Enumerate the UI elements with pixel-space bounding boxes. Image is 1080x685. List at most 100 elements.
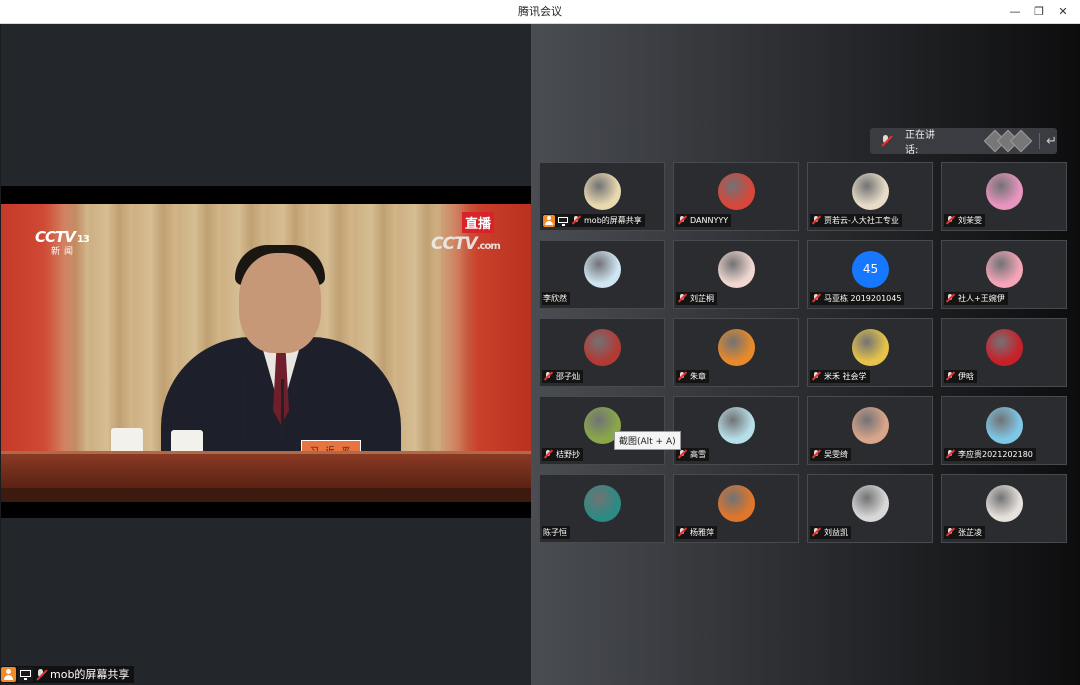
participant-name-tag: 贾若云-人大社工专业 xyxy=(810,214,902,227)
close-icon[interactable]: ✕ xyxy=(1050,0,1076,24)
participant-name: 李应贵2021202180 xyxy=(958,450,1033,459)
avatar xyxy=(584,329,621,366)
avatar xyxy=(718,407,755,444)
participant-name-tag: 吴雯绮 xyxy=(810,448,851,461)
back-icon[interactable]: ↵ xyxy=(1046,134,1057,149)
participant-name-tag: 马亚栋 2019201045 xyxy=(810,292,905,305)
participant-name-tag: 杨雅萍 xyxy=(676,526,717,539)
host-icon xyxy=(543,214,555,227)
share-label: mob的屏幕共享 xyxy=(1,666,135,683)
participant-tile[interactable]: 吴雯绮 xyxy=(807,396,933,465)
desk xyxy=(1,451,531,488)
participant-tile[interactable]: 刘芷桐 xyxy=(673,240,799,309)
participant-name-tag: mob的屏幕共享 xyxy=(542,214,645,227)
restore-icon[interactable]: ❐ xyxy=(1026,0,1052,24)
participant-name: 刘益凯 xyxy=(824,528,848,537)
mic-icon xyxy=(880,134,892,148)
participant-tile[interactable]: 高雪 xyxy=(673,396,799,465)
avatar xyxy=(584,173,621,210)
participant-tile[interactable]: 社人+王婉伊 xyxy=(941,240,1067,309)
participant-name-tag: 桔野抄 xyxy=(542,448,583,461)
speaking-indicator: 正在讲话: ↵ xyxy=(870,128,1057,156)
host-icon xyxy=(1,667,16,682)
avatar xyxy=(986,485,1023,522)
participant-name-tag: 刘茉雯 xyxy=(944,214,985,227)
participant-name: 杨雅萍 xyxy=(690,528,714,537)
mic-muted-icon xyxy=(677,449,687,460)
mic-muted-icon xyxy=(811,293,821,304)
participant-name: 桔野抄 xyxy=(556,450,580,459)
participant-tile[interactable]: 邵子灿 xyxy=(539,318,665,387)
avatar xyxy=(584,485,621,522)
mic-muted-icon xyxy=(811,215,821,226)
mic-muted-icon xyxy=(35,668,47,682)
participant-name-tag: 李欣然 xyxy=(542,292,570,305)
avatar xyxy=(986,251,1023,288)
participant-name: mob的屏幕共享 xyxy=(584,216,642,225)
participant-name: 马亚栋 2019201045 xyxy=(824,294,902,303)
avatar xyxy=(584,251,621,288)
mic-muted-icon xyxy=(543,449,553,460)
microphone xyxy=(243,379,246,439)
mic-muted-icon xyxy=(945,371,955,382)
participant-name: 朱章 xyxy=(690,372,706,381)
participant-tile[interactable]: 杨雅萍 xyxy=(673,474,799,543)
participant-name: 李欣然 xyxy=(543,294,567,303)
participant-name-tag: 米禾 社会学 xyxy=(810,370,870,383)
speaking-label: 正在讲话: xyxy=(905,130,935,156)
participant-name: 贾若云-人大社工专业 xyxy=(824,216,899,225)
participant-tile[interactable]: mob的屏幕共享 xyxy=(539,162,665,231)
mic-muted-icon xyxy=(543,371,553,382)
participant-name: 刘茉雯 xyxy=(958,216,982,225)
participant-tile[interactable]: 45 马亚栋 2019201045 xyxy=(807,240,933,309)
watermark-logo: CCTV.com xyxy=(431,234,501,254)
mic-muted-icon xyxy=(677,527,687,538)
participant-tile[interactable]: 刘茉雯 xyxy=(941,162,1067,231)
avatar xyxy=(852,407,889,444)
participant-name: 高雪 xyxy=(690,450,706,459)
participant-tile[interactable]: 米禾 社会学 xyxy=(807,318,933,387)
mic-muted-icon xyxy=(811,449,821,460)
avatar xyxy=(852,173,889,210)
participant-name: 米禾 社会学 xyxy=(824,372,867,381)
participant-tile[interactable]: 伊晗 xyxy=(941,318,1067,387)
avatar xyxy=(852,485,889,522)
mic-muted-icon xyxy=(571,215,581,226)
mic-muted-icon xyxy=(945,293,955,304)
avatar xyxy=(718,485,755,522)
shared-screen-panel: 习 近 平 CCTV13 新闻 直播 CCTV.com mob的屏幕共享 xyxy=(1,24,531,685)
participant-name-tag: 社人+王婉伊 xyxy=(944,292,1008,305)
live-badge: 直播 xyxy=(462,212,495,233)
participant-tile[interactable]: 陈子恒 xyxy=(539,474,665,543)
participant-tile[interactable]: 李欣然 xyxy=(539,240,665,309)
avatar xyxy=(718,329,755,366)
participant-tile[interactable]: 朱章 xyxy=(673,318,799,387)
participant-name: 吴雯绮 xyxy=(824,450,848,459)
video-frame: 习 近 平 CCTV13 新闻 直播 CCTV.com xyxy=(1,204,531,502)
mic-muted-icon xyxy=(945,215,955,226)
participant-name-tag: 邵子灿 xyxy=(542,370,583,383)
channel-sub: 新闻 xyxy=(51,247,78,257)
participant-panel: 正在讲话: ↵ mob的屏幕共享 DANNYYY 贾若云-人大社工专业 刘茉雯 李欣然刘… xyxy=(531,24,1080,685)
mic-muted-icon xyxy=(677,371,687,382)
participant-tile[interactable]: 刘益凯 xyxy=(807,474,933,543)
participant-name-tag: 朱章 xyxy=(676,370,709,383)
participant-name-tag: 刘芷桐 xyxy=(676,292,717,305)
participant-name-tag: 高雪 xyxy=(676,448,709,461)
title-bar: 腾讯会议 — ❐ ✕ xyxy=(0,0,1080,24)
minimize-icon[interactable]: — xyxy=(1002,0,1028,24)
participant-tile[interactable]: 李应贵2021202180 xyxy=(941,396,1067,465)
participant-tile[interactable]: 张芷凌 xyxy=(941,474,1067,543)
participant-name: DANNYYY xyxy=(690,216,729,225)
avatar xyxy=(852,329,889,366)
mic-muted-icon xyxy=(811,371,821,382)
participant-name: 张芷凌 xyxy=(958,528,982,537)
mic-muted-icon xyxy=(811,527,821,538)
participant-name: 陈子恒 xyxy=(543,528,567,537)
avatar: 45 xyxy=(852,251,889,288)
screenshot-tooltip: 截图(Alt + A) xyxy=(614,431,681,450)
speaker-avatars xyxy=(983,129,1033,153)
participant-tile[interactable]: DANNYYY xyxy=(673,162,799,231)
mic-muted-icon xyxy=(945,527,955,538)
participant-tile[interactable]: 贾若云-人大社工专业 xyxy=(807,162,933,231)
